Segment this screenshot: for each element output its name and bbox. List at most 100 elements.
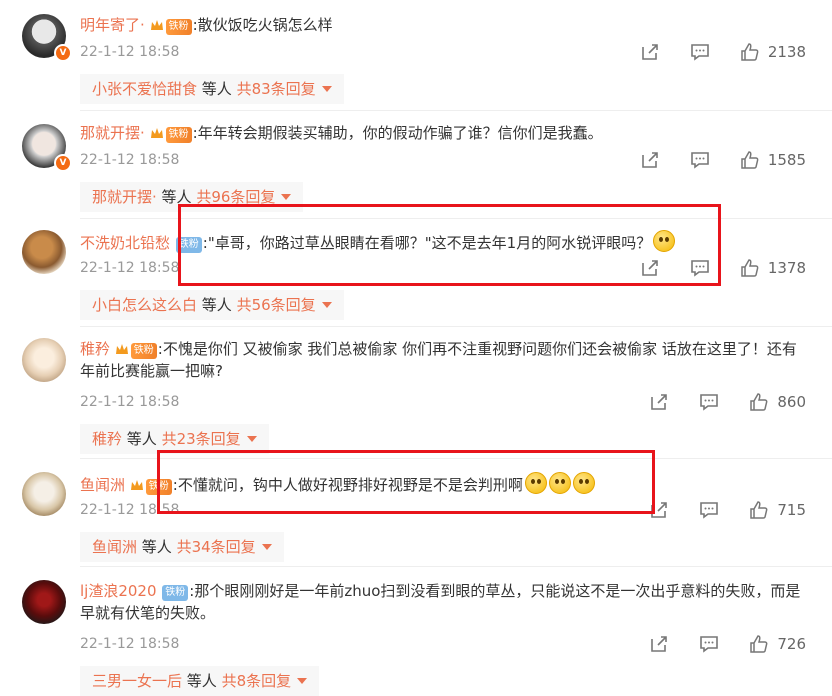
comment-icon[interactable] xyxy=(699,634,719,654)
like-icon[interactable] xyxy=(749,634,769,654)
caret-down-icon[interactable] xyxy=(321,86,332,92)
share-icon[interactable] xyxy=(649,500,669,520)
like-icon[interactable] xyxy=(749,500,769,520)
fan-badge: 铁粉 xyxy=(175,237,202,253)
comment-text-line: 明年寄了· 铁粉:散伙饭吃火锅怎么样 xyxy=(80,14,812,36)
fan-badge: 铁粉 xyxy=(165,127,192,143)
like-icon[interactable] xyxy=(740,42,760,62)
caret-down-icon[interactable] xyxy=(261,544,272,550)
like-icon[interactable] xyxy=(740,258,760,278)
comment-icon[interactable] xyxy=(690,42,710,62)
confused-emoji-icon xyxy=(548,472,571,494)
comment-actions: 726 xyxy=(649,634,806,654)
comment-text: :"卓哥，你路过草丛眼睛在看哪？"这不是去年1月的阿水锐评眼吗？ xyxy=(202,234,652,252)
comment-text-line: 不洗奶北铅愁 铁粉:"卓哥，你路过草丛眼睛在看哪？"这不是去年1月的阿水锐评眼吗… xyxy=(80,230,812,254)
reply-summary[interactable]: 那就开摆· 等人 共96条回复 xyxy=(80,182,304,212)
divider xyxy=(80,458,832,459)
like-count: 860 xyxy=(777,393,806,411)
reply-mid-text: 等人 xyxy=(122,430,162,448)
username-link[interactable]: 稚矜 xyxy=(80,340,110,358)
reply-summary[interactable]: 小白怎么这么白 等人 共56条回复 xyxy=(80,290,344,320)
reply-mid-text: 等人 xyxy=(197,80,237,98)
divider xyxy=(80,566,832,567)
reply-mid-text: 等人 xyxy=(137,538,177,556)
comment-icon[interactable] xyxy=(690,258,710,278)
username-link[interactable]: 那就开摆· xyxy=(80,124,145,142)
reply-total[interactable]: 共56条回复 xyxy=(237,296,316,314)
crown-icon xyxy=(130,480,143,490)
comment-icon[interactable] xyxy=(690,150,710,170)
reply-total[interactable]: 共8条回复 xyxy=(222,672,292,690)
comment-time: 22-1-12 18:58 xyxy=(80,502,180,518)
reply-username[interactable]: 三男一女一后 xyxy=(92,672,182,690)
reply-total[interactable]: 共34条回复 xyxy=(177,538,256,556)
reply-username[interactable]: 鱼闻洲 xyxy=(92,538,137,556)
like-icon[interactable] xyxy=(740,150,760,170)
comment-time: 22-1-12 18:58 xyxy=(80,394,180,410)
share-icon[interactable] xyxy=(640,150,660,170)
comment-icon[interactable] xyxy=(699,392,719,412)
comment-actions: 1378 xyxy=(640,258,806,278)
reply-summary[interactable]: 鱼闻洲 等人 共34条回复 xyxy=(80,532,284,562)
comment-actions: 2138 xyxy=(640,42,806,62)
comment-text: :散伙饭吃火锅怎么样 xyxy=(192,16,333,34)
share-icon[interactable] xyxy=(649,634,669,654)
comment-text-line: 那就开摆· 铁粉:年年转会期假装买辅助，你的假动作骗了谁？信你们是我蠢。 xyxy=(80,122,812,144)
caret-down-icon[interactable] xyxy=(246,436,257,442)
caret-down-icon[interactable] xyxy=(281,194,292,200)
like-count: 726 xyxy=(777,635,806,653)
like-count: 715 xyxy=(777,501,806,519)
share-icon[interactable] xyxy=(640,42,660,62)
crown-icon xyxy=(150,20,163,30)
username-link[interactable]: lj渣浪2020 xyxy=(80,582,157,600)
crown-icon xyxy=(115,344,128,354)
crown-icon xyxy=(150,128,163,138)
username-link[interactable]: 不洗奶北铅愁 xyxy=(80,234,170,252)
share-icon[interactable] xyxy=(640,258,660,278)
reply-username[interactable]: 稚矜 xyxy=(92,430,122,448)
reply-summary[interactable]: 三男一女一后 等人 共8条回复 xyxy=(80,666,320,696)
avatar[interactable] xyxy=(22,230,66,274)
fan-badge: 铁粉 xyxy=(165,19,192,35)
comment-actions: 1585 xyxy=(640,150,806,170)
avatar[interactable] xyxy=(22,338,66,382)
divider xyxy=(80,218,832,219)
like-icon[interactable] xyxy=(749,392,769,412)
comment-text: :年年转会期假装买辅助，你的假动作骗了谁？信你们是我蠢。 xyxy=(192,124,603,142)
reply-mid-text: 等人 xyxy=(182,672,222,690)
comment-time: 22-1-12 18:58 xyxy=(80,44,180,60)
reply-username[interactable]: 小白怎么这么白 xyxy=(92,296,197,314)
comment-icon[interactable] xyxy=(699,500,719,520)
comment-text: :那个眼刚刚好是一年前zhuo扫到没看到眼的草丛，只能说这不是一次出乎意料的失败… xyxy=(80,582,801,622)
avatar[interactable] xyxy=(22,472,66,516)
verified-icon: V xyxy=(54,154,72,172)
reply-username[interactable]: 那就开摆· xyxy=(92,188,157,206)
comment-actions: 860 xyxy=(649,392,806,412)
reply-summary[interactable]: 小张不爱恰甜食 等人 共83条回复 xyxy=(80,74,344,104)
reply-total[interactable]: 共83条回复 xyxy=(237,80,316,98)
reply-mid-text: 等人 xyxy=(156,188,197,206)
like-count: 1585 xyxy=(767,151,806,169)
caret-down-icon[interactable] xyxy=(297,678,308,684)
comment-text-line: lj渣浪2020 铁粉:那个眼刚刚好是一年前zhuo扫到没看到眼的草丛，只能说这… xyxy=(80,580,812,624)
username-link[interactable]: 鱼闻洲 xyxy=(80,476,125,494)
surprised-emoji-icon xyxy=(653,230,676,252)
comment-text-line: 稚矜 铁粉:不愧是你们 又被偷家 我们总被偷家 你们再不注重视野问题你们还会被偷… xyxy=(80,338,812,382)
fan-badge: 铁粉 xyxy=(130,343,157,359)
reply-username[interactable]: 小张不爱恰甜食 xyxy=(92,80,197,98)
username-link[interactable]: 明年寄了· xyxy=(80,16,145,34)
fan-badge: 铁粉 xyxy=(145,479,172,495)
share-icon[interactable] xyxy=(649,392,669,412)
comment-text-line: 鱼闻洲 铁粉:不懂就问，钩中人做好视野排好视野是不是会判刑啊 xyxy=(80,472,812,496)
reply-summary[interactable]: 稚矜 等人 共23条回复 xyxy=(80,424,269,454)
confused-emoji-icon xyxy=(524,472,547,494)
reply-total[interactable]: 共96条回复 xyxy=(196,188,275,206)
reply-total[interactable]: 共23条回复 xyxy=(162,430,241,448)
divider xyxy=(80,110,832,111)
avatar[interactable] xyxy=(22,580,66,624)
comment-actions: 715 xyxy=(649,500,806,520)
confused-emoji-icon xyxy=(572,472,595,494)
caret-down-icon[interactable] xyxy=(321,302,332,308)
like-count: 1378 xyxy=(767,259,806,277)
like-count: 2138 xyxy=(767,43,806,61)
